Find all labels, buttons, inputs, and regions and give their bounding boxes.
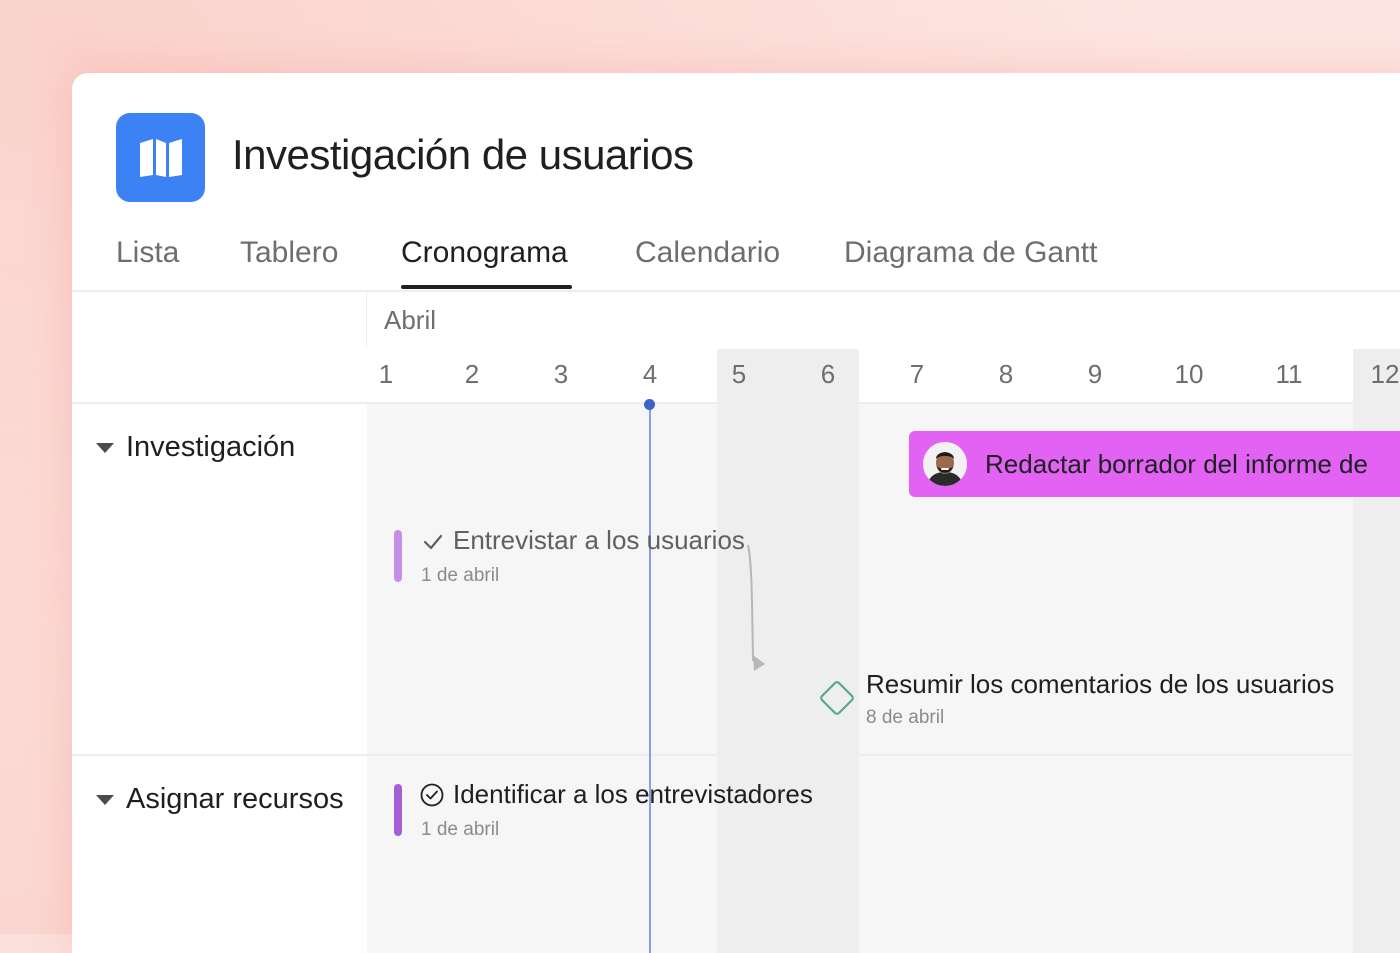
day-label: 6 (820, 359, 836, 389)
task-label: Entrevistar a los usuarios (453, 525, 745, 555)
tabs-divider (72, 290, 1400, 292)
check-icon[interactable] (422, 531, 444, 553)
task-color-bar (394, 530, 402, 582)
month-label: Abril (384, 305, 437, 335)
tab-cronograma[interactable]: Cronograma (401, 233, 572, 289)
task-label: Resumir los comentarios de los usuarios (866, 669, 1335, 699)
tab-calendario[interactable]: Calendario (635, 233, 780, 289)
task-date: 1 de abril (421, 565, 500, 586)
task-resumir[interactable]: Resumir los comentarios de los usuarios … (816, 669, 1376, 739)
task-date: 8 de abril (866, 707, 945, 728)
check-circle-icon[interactable] (420, 783, 444, 807)
group-asignar-recursos[interactable]: Asignar recursos (96, 783, 344, 816)
group-label: Investigación (126, 431, 296, 463)
day-label: 8 (998, 359, 1014, 389)
day-label: 4 (642, 359, 658, 389)
caret-down-icon[interactable] (96, 442, 114, 453)
project-title: Investigación de usuarios (232, 131, 694, 178)
column-divider (366, 292, 367, 347)
group-label: Asignar recursos (126, 783, 344, 815)
tab-tablero[interactable]: Tablero (240, 233, 338, 289)
task-bar-redactar[interactable]: Redactar borrador del informe de (909, 431, 1400, 497)
day-label: 2 (464, 359, 480, 389)
caret-down-icon[interactable] (96, 794, 114, 805)
today-marker (644, 399, 655, 410)
milestone-diamond-icon[interactable] (816, 677, 858, 719)
task-date: 1 de abril (421, 819, 500, 840)
day-label: 9 (1087, 359, 1103, 389)
header-divider (72, 402, 1400, 404)
map-icon (139, 138, 182, 177)
tab-lista[interactable]: Lista (116, 233, 179, 289)
group-divider (72, 754, 1400, 756)
project-icon[interactable] (116, 113, 205, 202)
tab-diagrama-gantt[interactable]: Diagrama de Gantt (844, 233, 1097, 289)
task-label: Redactar borrador del informe de (985, 449, 1368, 479)
day-label: 3 (553, 359, 569, 389)
task-identificar[interactable]: Identificar a los entrevistadores 1 de a… (394, 779, 874, 849)
day-label: 1 (378, 359, 394, 389)
task-label: Identificar a los entrevistadores (453, 779, 813, 809)
avatar (923, 442, 967, 486)
today-line (649, 404, 651, 953)
day-label: 12 (1370, 359, 1400, 389)
day-label: 10 (1174, 359, 1204, 389)
day-label: 11 (1275, 359, 1303, 389)
task-color-bar (394, 784, 402, 836)
day-label: 7 (909, 359, 925, 389)
task-entrevistar[interactable]: Entrevistar a los usuarios 1 de abril (394, 525, 774, 595)
day-label: 5 (731, 359, 747, 389)
group-investigacion[interactable]: Investigación (96, 431, 295, 464)
project-window: Investigación de usuarios Lista Tablero … (72, 73, 1400, 953)
